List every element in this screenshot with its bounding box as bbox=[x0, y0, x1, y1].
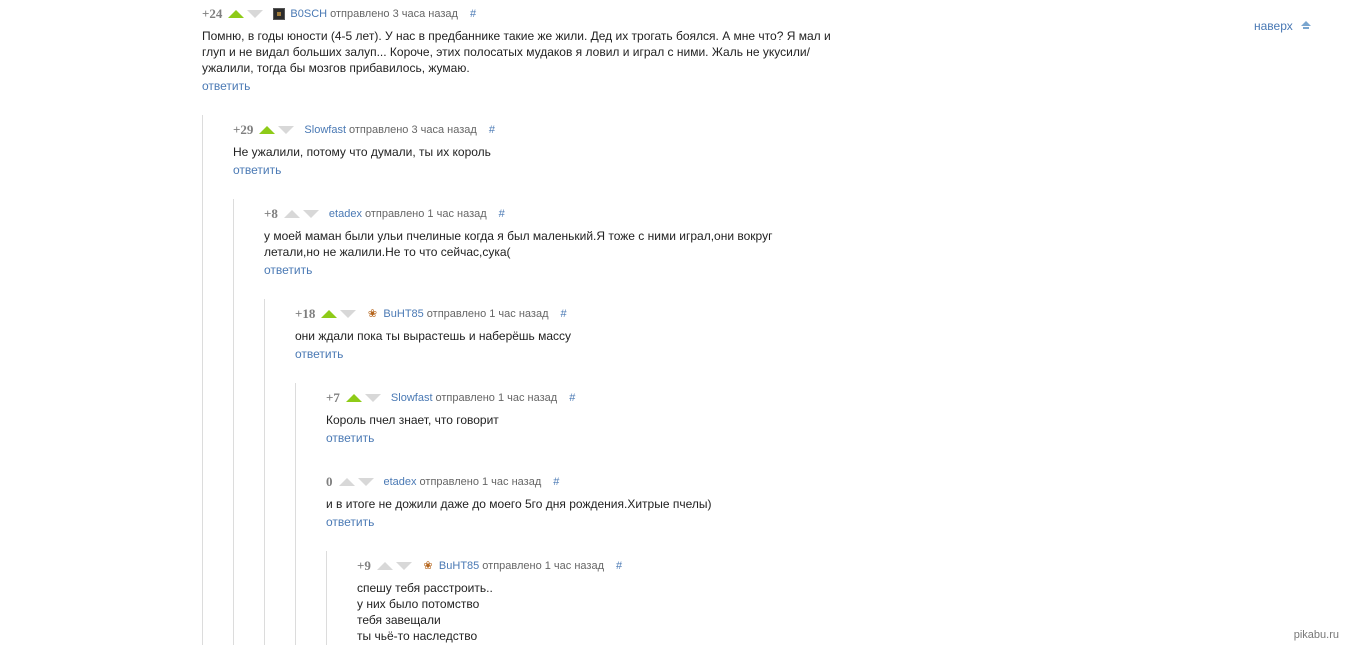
comment-text-line: Не ужалили, потому что думали, ты их кор… bbox=[233, 145, 491, 159]
comment-time: отправлено 1 час назад bbox=[435, 392, 558, 404]
thread-line bbox=[295, 383, 296, 645]
comment-author[interactable]: Slowfast bbox=[304, 124, 346, 136]
comment-time: отправлено 1 час назад bbox=[419, 476, 542, 488]
comment-rating: +24 bbox=[202, 6, 223, 21]
comment-text-line: у них было потомство bbox=[357, 597, 480, 611]
comment-author[interactable]: BuHT85 bbox=[383, 308, 423, 320]
comment-header: +7 Slowfast отправлено 1 час назад # bbox=[326, 390, 575, 406]
comment-text-line: ты чьё-то наследство bbox=[357, 629, 478, 643]
watermark: pikabu.ru bbox=[1293, 629, 1339, 641]
comment-text: Помню, в годы юности (4-5 лет). У нас в … bbox=[202, 28, 831, 76]
comment-text-line: ужалили, тогда бы мозгов прибавилось, жу… bbox=[202, 61, 470, 75]
comment-header: +18 ❀ BuHT85 отправлено 1 час назад # bbox=[295, 306, 571, 322]
comment-permalink[interactable]: # bbox=[499, 208, 505, 220]
comment-author[interactable]: etadex bbox=[329, 208, 362, 220]
comment-author[interactable]: Slowfast bbox=[391, 392, 433, 404]
comment-text: спешу тебя расстроить.. у них было потом… bbox=[357, 580, 622, 644]
comment-rating: +7 bbox=[326, 390, 340, 405]
reply-link[interactable]: ответить bbox=[264, 262, 312, 278]
comment-rating: +8 bbox=[264, 206, 278, 221]
reply-link[interactable]: ответить bbox=[202, 78, 250, 94]
vote-down-icon[interactable] bbox=[302, 210, 319, 218]
comment-text-line: глуп и не видал больших залуп... Короче,… bbox=[202, 45, 810, 59]
vote-up-icon[interactable] bbox=[321, 310, 338, 318]
comment-text: они ждали пока ты вырастешь и наберёшь м… bbox=[295, 328, 571, 344]
comment: +9 ❀ BuHT85 отправлено 1 час назад # спе… bbox=[357, 558, 622, 644]
comment-time: отправлено 3 часа назад bbox=[330, 8, 458, 20]
comment-header: +9 ❀ BuHT85 отправлено 1 час назад # bbox=[357, 558, 622, 574]
comment: +7 Slowfast отправлено 1 час назад # Кор… bbox=[326, 390, 575, 447]
comment-header: +8 etadex отправлено 1 час назад # bbox=[264, 206, 772, 222]
comment-time: отправлено 1 час назад bbox=[426, 308, 549, 320]
reply-link[interactable]: ответить bbox=[326, 514, 374, 530]
comment-text: у моей маман были ульи пчелиные когда я … bbox=[264, 228, 772, 260]
comment-text: Не ужалили, потому что думали, ты их кор… bbox=[233, 144, 495, 160]
comment-permalink[interactable]: # bbox=[553, 476, 559, 488]
comment-text-line: тебя завещали bbox=[357, 613, 441, 627]
vote-up-icon[interactable] bbox=[376, 562, 393, 570]
vote-up-icon[interactable] bbox=[228, 10, 245, 18]
comment-author[interactable]: BuHT85 bbox=[439, 560, 479, 572]
comment-permalink[interactable]: # bbox=[616, 560, 622, 572]
comment: +18 ❀ BuHT85 отправлено 1 час назад # он… bbox=[295, 306, 571, 363]
comment-permalink[interactable]: # bbox=[569, 392, 575, 404]
comment-time: отправлено 1 час назад bbox=[482, 560, 604, 572]
comment-text-line: у моей маман были ульи пчелиные когда я … bbox=[264, 229, 773, 243]
reply-link[interactable]: ответить bbox=[233, 162, 281, 178]
comment: +24 B0SCH отправлено 3 часа назад # Помн… bbox=[202, 6, 831, 95]
comment-text-line: спешу тебя расстроить.. bbox=[357, 581, 493, 595]
thread-line bbox=[264, 299, 265, 645]
comment-text: и в итоге не дожили даже до моего 5го дн… bbox=[326, 496, 711, 512]
vote-down-icon[interactable] bbox=[340, 310, 357, 318]
fox-avatar-icon: ❀ bbox=[367, 308, 378, 320]
comment-header: 0 etadex отправлено 1 час назад # bbox=[326, 474, 711, 490]
vote-down-icon[interactable] bbox=[247, 10, 264, 18]
vote-up-icon[interactable] bbox=[345, 394, 362, 402]
comment-text-line: летали,но не жалили.Не то что сейчас,сук… bbox=[264, 245, 511, 259]
comment-rating: +9 bbox=[357, 558, 371, 573]
comment-rating: +29 bbox=[233, 122, 254, 137]
reply-link[interactable]: ответить bbox=[326, 430, 374, 446]
comment-time: отправлено 3 часа назад bbox=[349, 124, 477, 136]
vote-down-icon[interactable] bbox=[395, 562, 412, 570]
comment-permalink[interactable]: # bbox=[489, 124, 495, 136]
comment-rating: 0 bbox=[326, 474, 333, 489]
reply-link[interactable]: ответить bbox=[295, 346, 343, 362]
to-top-link[interactable]: наверх bbox=[1254, 19, 1311, 33]
fox-avatar-icon: ❀ bbox=[423, 560, 433, 572]
arrow-up-icon bbox=[1300, 21, 1311, 31]
vote-down-icon[interactable] bbox=[278, 126, 295, 134]
comment-permalink[interactable]: # bbox=[561, 308, 567, 320]
comment-text-line: и в итоге не дожили даже до моего 5го дн… bbox=[326, 497, 712, 511]
vote-up-icon[interactable] bbox=[283, 210, 300, 218]
comment-author[interactable]: B0SCH bbox=[290, 8, 327, 20]
comment: 0 etadex отправлено 1 час назад # и в ит… bbox=[326, 474, 711, 531]
comment: +8 etadex отправлено 1 час назад # у мое… bbox=[264, 206, 772, 279]
comment-header: +24 B0SCH отправлено 3 часа назад # bbox=[202, 6, 831, 22]
vote-down-icon[interactable] bbox=[357, 478, 374, 486]
to-top-label: наверх bbox=[1254, 19, 1293, 33]
bosch-avatar-icon bbox=[273, 8, 286, 20]
thread-line bbox=[233, 199, 234, 645]
comment-header: +29 Slowfast отправлено 3 часа назад # bbox=[233, 122, 495, 138]
comment-text-line: Помню, в годы юности (4-5 лет). У нас в … bbox=[202, 29, 831, 43]
comment: +29 Slowfast отправлено 3 часа назад # Н… bbox=[233, 122, 495, 179]
comment-text-line: они ждали пока ты вырастешь и наберёшь м… bbox=[295, 329, 572, 343]
comment-permalink[interactable]: # bbox=[470, 8, 476, 20]
thread-line bbox=[202, 115, 203, 645]
comment-author[interactable]: etadex bbox=[384, 476, 417, 488]
comment-text: Король пчел знает, что говорит bbox=[326, 412, 575, 428]
comment-text-line: Король пчел знает, что говорит bbox=[326, 413, 499, 427]
comment-rating: +18 bbox=[295, 306, 316, 321]
thread-line bbox=[326, 551, 327, 645]
vote-up-icon[interactable] bbox=[259, 126, 276, 134]
comment-time: отправлено 1 час назад bbox=[364, 208, 487, 220]
vote-down-icon[interactable] bbox=[364, 394, 381, 402]
vote-up-icon[interactable] bbox=[338, 478, 355, 486]
